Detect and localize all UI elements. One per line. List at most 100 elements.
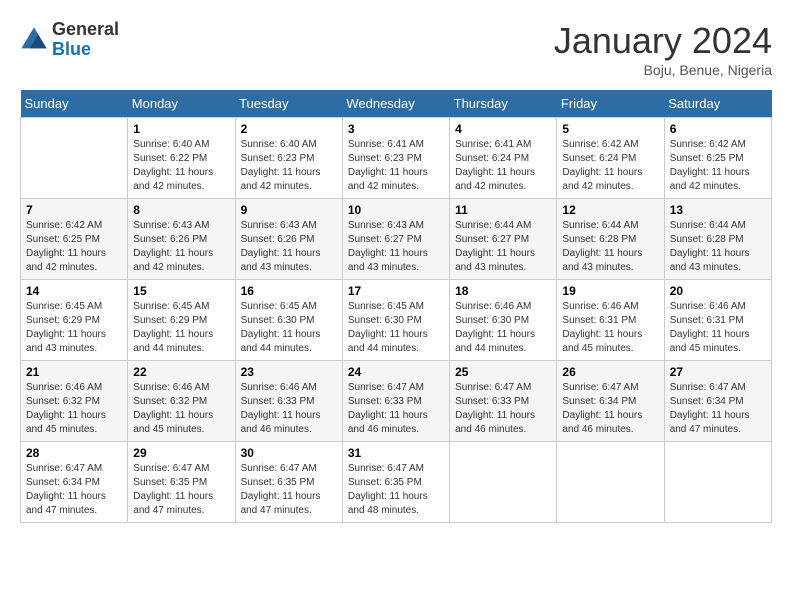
calendar-cell: 15Sunrise: 6:45 AMSunset: 6:29 PMDayligh…	[128, 280, 235, 361]
day-info: Sunrise: 6:47 AMSunset: 6:34 PMDaylight:…	[562, 381, 658, 437]
day-info: Sunrise: 6:40 AMSunset: 6:22 PMDaylight:…	[133, 138, 229, 194]
logo-text: General Blue	[52, 20, 119, 60]
day-info: Sunrise: 6:47 AMSunset: 6:34 PMDaylight:…	[670, 381, 766, 437]
day-number: 24	[348, 365, 444, 379]
day-number: 21	[26, 365, 122, 379]
location-subtitle: Boju, Benue, Nigeria	[554, 62, 772, 78]
calendar-cell: 8 Sunrise: 6:43 AMSunset: 6:26 PMDaylight…	[128, 199, 235, 280]
calendar-cell	[664, 442, 771, 523]
day-number: 5	[562, 122, 658, 136]
day-info: Sunrise: 6:47 AMSunset: 6:34 PMDaylight:…	[26, 462, 122, 518]
month-title: January 2024	[554, 20, 772, 62]
calendar-cell: 18 Sunrise: 6:46 AMSunset: 6:30 PMDayligh…	[450, 280, 557, 361]
calendar-cell: 27Sunrise: 6:47 AMSunset: 6:34 PMDayligh…	[664, 361, 771, 442]
day-info: Sunrise: 6:47 AMSunset: 6:33 PMDaylight:…	[348, 381, 444, 437]
calendar-cell: 23Sunrise: 6:46 AMSunset: 6:33 PMDayligh…	[235, 361, 342, 442]
calendar-cell: 5 Sunrise: 6:42 AMSunset: 6:24 PMDaylight…	[557, 118, 664, 199]
day-info: Sunrise: 6:46 AMSunset: 6:32 PMDaylight:…	[133, 381, 229, 437]
calendar-cell: 2 Sunrise: 6:40 AMSunset: 6:23 PMDaylight…	[235, 118, 342, 199]
calendar-cell: 7 Sunrise: 6:42 AMSunset: 6:25 PMDaylight…	[21, 199, 128, 280]
day-info: Sunrise: 6:44 AMSunset: 6:27 PMDaylight:…	[455, 219, 551, 275]
calendar-cell: 22 Sunrise: 6:46 AMSunset: 6:32 PMDayligh…	[128, 361, 235, 442]
day-number: 3	[348, 122, 444, 136]
calendar-cell: 6 Sunrise: 6:42 AMSunset: 6:25 PMDaylight…	[664, 118, 771, 199]
day-number: 2	[241, 122, 337, 136]
day-number: 25	[455, 365, 551, 379]
page-header: General Blue January 2024 Boju, Benue, N…	[20, 20, 772, 78]
calendar-week-2: 7 Sunrise: 6:42 AMSunset: 6:25 PMDaylight…	[21, 199, 772, 280]
calendar-cell: 14 Sunrise: 6:45 AMSunset: 6:29 PMDayligh…	[21, 280, 128, 361]
calendar-cell: 11 Sunrise: 6:44 AMSunset: 6:27 PMDayligh…	[450, 199, 557, 280]
day-info: Sunrise: 6:44 AMSunset: 6:28 PMDaylight:…	[670, 219, 766, 275]
day-number: 10	[348, 203, 444, 217]
day-number: 31	[348, 446, 444, 460]
day-info: Sunrise: 6:45 AMSunset: 6:29 PMDaylight:…	[26, 300, 122, 356]
calendar-cell: 17Sunrise: 6:45 AMSunset: 6:30 PMDayligh…	[342, 280, 449, 361]
calendar-cell: 31 Sunrise: 6:47 AMSunset: 6:35 PMDayligh…	[342, 442, 449, 523]
day-number: 11	[455, 203, 551, 217]
day-info: Sunrise: 6:42 AMSunset: 6:25 PMDaylight:…	[26, 219, 122, 275]
day-number: 6	[670, 122, 766, 136]
calendar-cell	[557, 442, 664, 523]
calendar-cell: 9 Sunrise: 6:43 AMSunset: 6:26 PMDaylight…	[235, 199, 342, 280]
day-number: 8	[133, 203, 229, 217]
day-number: 20	[670, 284, 766, 298]
calendar-header-row: SundayMondayTuesdayWednesdayThursdayFrid…	[21, 90, 772, 118]
day-header-thursday: Thursday	[450, 90, 557, 118]
calendar-week-3: 14 Sunrise: 6:45 AMSunset: 6:29 PMDayligh…	[21, 280, 772, 361]
day-info: Sunrise: 6:45 AMSunset: 6:29 PMDaylight:…	[133, 300, 229, 356]
day-number: 28	[26, 446, 122, 460]
calendar-week-4: 21 Sunrise: 6:46 AMSunset: 6:32 PMDayligh…	[21, 361, 772, 442]
calendar-cell: 10Sunrise: 6:43 AMSunset: 6:27 PMDayligh…	[342, 199, 449, 280]
calendar-cell: 24 Sunrise: 6:47 AMSunset: 6:33 PMDayligh…	[342, 361, 449, 442]
day-number: 23	[241, 365, 337, 379]
calendar-cell: 21 Sunrise: 6:46 AMSunset: 6:32 PMDayligh…	[21, 361, 128, 442]
day-info: Sunrise: 6:47 AMSunset: 6:35 PMDaylight:…	[133, 462, 229, 518]
day-info: Sunrise: 6:46 AMSunset: 6:31 PMDaylight:…	[670, 300, 766, 356]
day-info: Sunrise: 6:43 AMSunset: 6:26 PMDaylight:…	[241, 219, 337, 275]
calendar-table: SundayMondayTuesdayWednesdayThursdayFrid…	[20, 90, 772, 523]
day-info: Sunrise: 6:41 AMSunset: 6:23 PMDaylight:…	[348, 138, 444, 194]
calendar-cell: 12Sunrise: 6:44 AMSunset: 6:28 PMDayligh…	[557, 199, 664, 280]
day-number: 9	[241, 203, 337, 217]
day-info: Sunrise: 6:47 AMSunset: 6:35 PMDaylight:…	[348, 462, 444, 518]
day-number: 19	[562, 284, 658, 298]
calendar-cell: 4Sunrise: 6:41 AMSunset: 6:24 PMDaylight…	[450, 118, 557, 199]
day-header-sunday: Sunday	[21, 90, 128, 118]
day-info: Sunrise: 6:42 AMSunset: 6:24 PMDaylight:…	[562, 138, 658, 194]
day-info: Sunrise: 6:44 AMSunset: 6:28 PMDaylight:…	[562, 219, 658, 275]
calendar-cell: 16 Sunrise: 6:45 AMSunset: 6:30 PMDayligh…	[235, 280, 342, 361]
calendar-cell: 3 Sunrise: 6:41 AMSunset: 6:23 PMDaylight…	[342, 118, 449, 199]
day-info: Sunrise: 6:40 AMSunset: 6:23 PMDaylight:…	[241, 138, 337, 194]
calendar-week-1: 1 Sunrise: 6:40 AMSunset: 6:22 PMDaylight…	[21, 118, 772, 199]
calendar-cell: 1 Sunrise: 6:40 AMSunset: 6:22 PMDaylight…	[128, 118, 235, 199]
day-number: 1	[133, 122, 229, 136]
day-info: Sunrise: 6:42 AMSunset: 6:25 PMDaylight:…	[670, 138, 766, 194]
calendar-week-5: 28 Sunrise: 6:47 AMSunset: 6:34 PMDayligh…	[21, 442, 772, 523]
day-header-friday: Friday	[557, 90, 664, 118]
day-number: 22	[133, 365, 229, 379]
day-number: 18	[455, 284, 551, 298]
day-header-tuesday: Tuesday	[235, 90, 342, 118]
day-info: Sunrise: 6:46 AMSunset: 6:30 PMDaylight:…	[455, 300, 551, 356]
calendar-cell: 26 Sunrise: 6:47 AMSunset: 6:34 PMDayligh…	[557, 361, 664, 442]
day-number: 13	[670, 203, 766, 217]
day-info: Sunrise: 6:45 AMSunset: 6:30 PMDaylight:…	[348, 300, 444, 356]
calendar-cell: 29Sunrise: 6:47 AMSunset: 6:35 PMDayligh…	[128, 442, 235, 523]
day-info: Sunrise: 6:46 AMSunset: 6:32 PMDaylight:…	[26, 381, 122, 437]
day-header-wednesday: Wednesday	[342, 90, 449, 118]
day-header-saturday: Saturday	[664, 90, 771, 118]
day-number: 26	[562, 365, 658, 379]
logo-icon	[20, 26, 48, 54]
day-info: Sunrise: 6:47 AMSunset: 6:35 PMDaylight:…	[241, 462, 337, 518]
day-info: Sunrise: 6:45 AMSunset: 6:30 PMDaylight:…	[241, 300, 337, 356]
calendar-cell: 30Sunrise: 6:47 AMSunset: 6:35 PMDayligh…	[235, 442, 342, 523]
day-number: 14	[26, 284, 122, 298]
day-number: 16	[241, 284, 337, 298]
day-number: 7	[26, 203, 122, 217]
calendar-cell: 25Sunrise: 6:47 AMSunset: 6:33 PMDayligh…	[450, 361, 557, 442]
logo: General Blue	[20, 20, 119, 60]
day-info: Sunrise: 6:43 AMSunset: 6:26 PMDaylight:…	[133, 219, 229, 275]
day-number: 4	[455, 122, 551, 136]
calendar-cell	[21, 118, 128, 199]
